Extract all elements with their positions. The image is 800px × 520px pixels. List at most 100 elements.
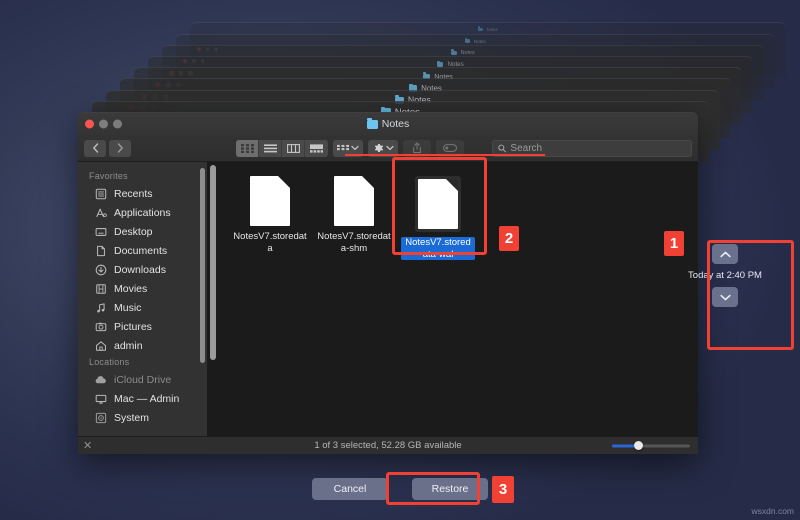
- sidebar-item-applications[interactable]: Applications: [78, 203, 207, 222]
- cancel-button[interactable]: Cancel: [312, 478, 388, 500]
- document-icon: [334, 176, 374, 226]
- timeline-up-button[interactable]: [712, 244, 738, 264]
- finder-sidebar: Favorites Recents Applications Desktop Docum…: [78, 162, 207, 436]
- window-title: Notes: [78, 118, 698, 130]
- window-title: Notes: [190, 26, 786, 32]
- window-title-text: Notes: [473, 38, 486, 44]
- sidebar-item-admin[interactable]: admin: [78, 336, 207, 355]
- sidebar-item-recents[interactable]: Recents: [78, 184, 207, 203]
- chevron-down-icon: [719, 294, 731, 300]
- status-text: 1 of 3 selected, 52.28 GB available: [314, 440, 462, 451]
- share-icon: [413, 142, 421, 154]
- sidebar-item-label: Movies: [114, 282, 148, 295]
- file-icon-wrap: [250, 176, 290, 226]
- annotation-underline: [345, 154, 545, 156]
- search-input[interactable]: [510, 142, 686, 154]
- file-name-label: NotesV7.storedata-wal: [401, 237, 475, 260]
- sidebar-item-desktop[interactable]: Desktop: [78, 222, 207, 241]
- chevron-up-icon: [719, 251, 731, 257]
- sidebar-item-pictures[interactable]: Pictures: [78, 317, 207, 336]
- timeline-date-label: Today at 2:40 PM: [688, 270, 762, 281]
- annotation-number-3: 3: [492, 476, 514, 503]
- music-icon: [94, 301, 107, 314]
- finder-titlebar: Notes: [78, 113, 698, 135]
- sidebar-item-label: Documents: [114, 244, 168, 257]
- column-view-button[interactable]: [282, 139, 305, 157]
- chevron-down-icon: [351, 145, 359, 151]
- sidebar-item-label: Applications: [114, 206, 171, 219]
- pictures-icon: [94, 320, 107, 333]
- home-icon: [94, 339, 107, 352]
- cloud-icon: [94, 373, 107, 386]
- documents-icon: [94, 244, 107, 257]
- slider-knob[interactable]: [634, 441, 643, 450]
- sidebar-item-mac-admin[interactable]: Mac — Admin: [78, 389, 207, 408]
- sidebar-item-label: iCloud Drive: [114, 373, 172, 386]
- desktop-icon: [94, 225, 107, 238]
- file-icon-wrap: [334, 176, 374, 226]
- restore-button[interactable]: Restore: [412, 478, 488, 500]
- finder-body: Favorites Recents Applications Desktop Docum…: [78, 162, 698, 436]
- sidebar-section-header: Favorites: [89, 171, 128, 181]
- finder-toolbar: [78, 135, 698, 162]
- sidebar-item-label: System: [114, 411, 150, 424]
- finder-window: Notes Search Favorites Recents Applicati…: [78, 112, 698, 454]
- chevron-down-icon: [386, 145, 394, 151]
- gallery-icon: [310, 143, 323, 153]
- folder-icon: [478, 26, 483, 32]
- disk-icon: [94, 411, 107, 424]
- icon-size-slider[interactable]: [612, 441, 690, 450]
- applications-icon: [94, 206, 107, 219]
- forward-button[interactable]: [109, 139, 131, 157]
- window-title: Notes: [176, 37, 775, 44]
- file-name-label: NotesV7.storedata: [233, 231, 307, 254]
- sidebar-item-label: Downloads: [114, 263, 166, 276]
- sidebar-item-system[interactable]: System: [78, 408, 207, 427]
- recents-icon: [94, 187, 107, 200]
- list-view-button[interactable]: [259, 139, 282, 157]
- sidebar-section-header: Locations: [89, 357, 130, 367]
- icon-view-button[interactable]: [236, 139, 259, 157]
- sidebar-item-label: Mac — Admin: [114, 392, 180, 405]
- sidebar-scrollbar[interactable]: [200, 168, 205, 363]
- downloads-icon: [94, 263, 107, 276]
- movies-icon: [94, 282, 107, 295]
- search-icon: [498, 144, 507, 152]
- chevron-left-icon: [92, 143, 98, 153]
- document-icon: [418, 179, 458, 229]
- list-icon: [263, 143, 277, 152]
- window-title-text: Notes: [486, 26, 498, 32]
- sidebar-item-label: Pictures: [114, 320, 152, 333]
- annotation-number-2: 2: [499, 226, 519, 251]
- sidebar-item-label: Desktop: [114, 225, 153, 238]
- file-grid: NotesV7.storedata NotesV7.storedata-shm No…: [207, 162, 698, 436]
- sidebar-item-label: Music: [114, 301, 142, 314]
- sidebar-item-movies[interactable]: Movies: [78, 279, 207, 298]
- document-icon: [250, 176, 290, 226]
- navigation-buttons: [84, 139, 131, 157]
- dialog-actions: Cancel Restore: [0, 478, 800, 500]
- watermark: wsxdn.com: [751, 506, 794, 516]
- folder-icon: [366, 118, 378, 129]
- tag-icon: [443, 144, 457, 152]
- finder-statusbar: ✕ 1 of 3 selected, 52.28 GB available: [78, 436, 698, 454]
- annotation-number-1: 1: [664, 231, 684, 256]
- sidebar-item-label: Recents: [114, 187, 153, 200]
- sidebar-item-icloud-drive[interactable]: iCloud Drive: [78, 370, 207, 389]
- time-machine-navigator: Today at 2:40 PM: [688, 244, 762, 307]
- file-item[interactable]: NotesV7.storedata: [231, 176, 309, 260]
- back-button[interactable]: [84, 139, 106, 157]
- gear-icon: [375, 143, 383, 153]
- view-mode-group: [236, 139, 328, 157]
- sidebar-item-downloads[interactable]: Downloads: [78, 260, 207, 279]
- file-item-selected[interactable]: NotesV7.storedata-wal: [399, 176, 477, 260]
- file-item[interactable]: NotesV7.storedata-shm: [315, 176, 393, 260]
- file-icon-wrap: [415, 176, 461, 232]
- gallery-view-button[interactable]: [305, 140, 328, 157]
- sidebar-item-documents[interactable]: Documents: [78, 241, 207, 260]
- computer-icon: [94, 392, 107, 405]
- file-area-scrollbar[interactable]: [210, 165, 216, 360]
- timeline-down-button[interactable]: [712, 287, 738, 307]
- sidebar-item-music[interactable]: Music: [78, 298, 207, 317]
- group-grid-icon: [337, 144, 349, 150]
